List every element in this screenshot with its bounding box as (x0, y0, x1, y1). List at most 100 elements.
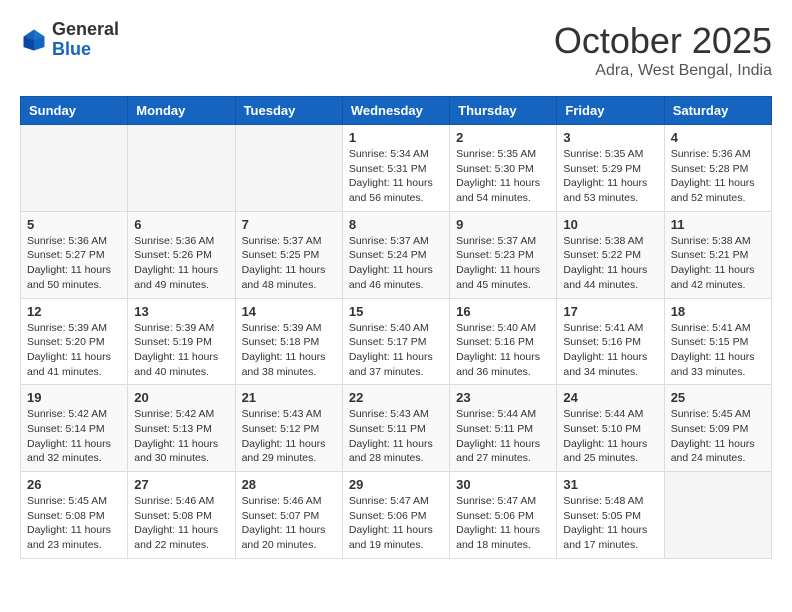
weekday-header-thursday: Thursday (450, 97, 557, 125)
day-number: 29 (349, 477, 443, 492)
logo-general: General (52, 19, 119, 39)
day-info: Sunrise: 5:37 AM Sunset: 5:23 PM Dayligh… (456, 234, 550, 293)
day-cell: 16 Sunrise: 5:40 AM Sunset: 5:16 PM Dayli… (450, 298, 557, 385)
day-info: Sunrise: 5:39 AM Sunset: 5:19 PM Dayligh… (134, 321, 228, 380)
day-info: Sunrise: 5:38 AM Sunset: 5:21 PM Dayligh… (671, 234, 765, 293)
day-info: Sunrise: 5:39 AM Sunset: 5:20 PM Dayligh… (27, 321, 121, 380)
day-number: 25 (671, 390, 765, 405)
day-info: Sunrise: 5:45 AM Sunset: 5:08 PM Dayligh… (27, 494, 121, 553)
day-info: Sunrise: 5:36 AM Sunset: 5:27 PM Dayligh… (27, 234, 121, 293)
day-cell: 10 Sunrise: 5:38 AM Sunset: 5:22 PM Dayli… (557, 211, 664, 298)
day-number: 12 (27, 304, 121, 319)
day-info: Sunrise: 5:34 AM Sunset: 5:31 PM Dayligh… (349, 147, 443, 206)
day-number: 9 (456, 217, 550, 232)
day-info: Sunrise: 5:46 AM Sunset: 5:07 PM Dayligh… (242, 494, 336, 553)
day-cell: 4Sunrise: 5:36 AM Sunset: 5:28 PM Daylig… (664, 125, 771, 212)
day-cell: 28Sunrise: 5:46 AM Sunset: 5:07 PM Dayli… (235, 472, 342, 559)
day-cell: 21Sunrise: 5:43 AM Sunset: 5:12 PM Dayli… (235, 385, 342, 472)
day-cell: 23Sunrise: 5:44 AM Sunset: 5:11 PM Dayli… (450, 385, 557, 472)
day-number: 30 (456, 477, 550, 492)
day-cell: 25 Sunrise: 5:45 AM Sunset: 5:09 PM Dayli… (664, 385, 771, 472)
day-cell: 14Sunrise: 5:39 AM Sunset: 5:18 PM Dayli… (235, 298, 342, 385)
logo: General Blue (20, 20, 119, 60)
day-cell: 20 Sunrise: 5:42 AM Sunset: 5:13 PM Dayli… (128, 385, 235, 472)
day-info: Sunrise: 5:37 AM Sunset: 5:24 PM Dayligh… (349, 234, 443, 293)
day-number: 2 (456, 130, 550, 145)
day-number: 6 (134, 217, 228, 232)
week-row-1: 1 Sunrise: 5:34 AM Sunset: 5:31 PM Daylig… (21, 125, 772, 212)
week-row-5: 26 Sunrise: 5:45 AM Sunset: 5:08 PM Dayli… (21, 472, 772, 559)
day-number: 11 (671, 217, 765, 232)
day-info: Sunrise: 5:43 AM Sunset: 5:11 PM Dayligh… (349, 407, 443, 466)
weekday-header-row: SundayMondayTuesdayWednesdayThursdayFrid… (21, 97, 772, 125)
day-number: 7 (242, 217, 336, 232)
week-row-2: 5Sunrise: 5:36 AM Sunset: 5:27 PM Daylig… (21, 211, 772, 298)
day-info: Sunrise: 5:38 AM Sunset: 5:22 PM Dayligh… (563, 234, 657, 293)
weekday-header-sunday: Sunday (21, 97, 128, 125)
logo-blue: Blue (52, 39, 91, 59)
weekday-header-tuesday: Tuesday (235, 97, 342, 125)
day-cell: 15 Sunrise: 5:40 AM Sunset: 5:17 PM Dayli… (342, 298, 449, 385)
weekday-header-saturday: Saturday (664, 97, 771, 125)
day-cell: 24 Sunrise: 5:44 AM Sunset: 5:10 PM Dayli… (557, 385, 664, 472)
day-info: Sunrise: 5:37 AM Sunset: 5:25 PM Dayligh… (242, 234, 336, 293)
day-cell: 18Sunrise: 5:41 AM Sunset: 5:15 PM Dayli… (664, 298, 771, 385)
calendar-table: SundayMondayTuesdayWednesdayThursdayFrid… (20, 96, 772, 559)
day-cell: 29Sunrise: 5:47 AM Sunset: 5:06 PM Dayli… (342, 472, 449, 559)
day-number: 22 (349, 390, 443, 405)
logo-text: General Blue (52, 20, 119, 60)
day-number: 21 (242, 390, 336, 405)
day-number: 16 (456, 304, 550, 319)
day-cell: 2 Sunrise: 5:35 AM Sunset: 5:30 PM Daylig… (450, 125, 557, 212)
day-info: Sunrise: 5:44 AM Sunset: 5:10 PM Dayligh… (563, 407, 657, 466)
day-cell: 22 Sunrise: 5:43 AM Sunset: 5:11 PM Dayli… (342, 385, 449, 472)
day-number: 20 (134, 390, 228, 405)
day-number: 8 (349, 217, 443, 232)
day-number: 19 (27, 390, 121, 405)
day-info: Sunrise: 5:36 AM Sunset: 5:28 PM Dayligh… (671, 147, 765, 206)
weekday-header-monday: Monday (128, 97, 235, 125)
day-number: 27 (134, 477, 228, 492)
day-info: Sunrise: 5:46 AM Sunset: 5:08 PM Dayligh… (134, 494, 228, 553)
day-number: 15 (349, 304, 443, 319)
weekday-header-friday: Friday (557, 97, 664, 125)
day-info: Sunrise: 5:41 AM Sunset: 5:16 PM Dayligh… (563, 321, 657, 380)
weekday-header-wednesday: Wednesday (342, 97, 449, 125)
day-cell (128, 125, 235, 212)
page-header: General Blue October 2025 Adra, West Ben… (20, 20, 772, 80)
day-cell: 26 Sunrise: 5:45 AM Sunset: 5:08 PM Dayli… (21, 472, 128, 559)
day-number: 1 (349, 130, 443, 145)
day-number: 18 (671, 304, 765, 319)
day-info: Sunrise: 5:40 AM Sunset: 5:16 PM Dayligh… (456, 321, 550, 380)
day-cell: 17 Sunrise: 5:41 AM Sunset: 5:16 PM Dayli… (557, 298, 664, 385)
day-cell: 19 Sunrise: 5:42 AM Sunset: 5:14 PM Dayli… (21, 385, 128, 472)
logo-icon (20, 26, 48, 54)
day-cell: 6 Sunrise: 5:36 AM Sunset: 5:26 PM Daylig… (128, 211, 235, 298)
day-number: 10 (563, 217, 657, 232)
day-cell: 7 Sunrise: 5:37 AM Sunset: 5:25 PM Daylig… (235, 211, 342, 298)
day-info: Sunrise: 5:44 AM Sunset: 5:11 PM Dayligh… (456, 407, 550, 466)
day-info: Sunrise: 5:45 AM Sunset: 5:09 PM Dayligh… (671, 407, 765, 466)
day-number: 13 (134, 304, 228, 319)
day-cell: 31Sunrise: 5:48 AM Sunset: 5:05 PM Dayli… (557, 472, 664, 559)
day-info: Sunrise: 5:40 AM Sunset: 5:17 PM Dayligh… (349, 321, 443, 380)
day-cell: 1 Sunrise: 5:34 AM Sunset: 5:31 PM Daylig… (342, 125, 449, 212)
day-info: Sunrise: 5:35 AM Sunset: 5:30 PM Dayligh… (456, 147, 550, 206)
day-cell: 30 Sunrise: 5:47 AM Sunset: 5:06 PM Dayli… (450, 472, 557, 559)
day-info: Sunrise: 5:36 AM Sunset: 5:26 PM Dayligh… (134, 234, 228, 293)
day-cell (664, 472, 771, 559)
day-number: 31 (563, 477, 657, 492)
day-info: Sunrise: 5:47 AM Sunset: 5:06 PM Dayligh… (456, 494, 550, 553)
day-cell (21, 125, 128, 212)
day-number: 17 (563, 304, 657, 319)
day-number: 26 (27, 477, 121, 492)
day-info: Sunrise: 5:42 AM Sunset: 5:14 PM Dayligh… (27, 407, 121, 466)
day-number: 14 (242, 304, 336, 319)
day-info: Sunrise: 5:42 AM Sunset: 5:13 PM Dayligh… (134, 407, 228, 466)
day-cell: 11 Sunrise: 5:38 AM Sunset: 5:21 PM Dayli… (664, 211, 771, 298)
day-number: 24 (563, 390, 657, 405)
day-cell: 5Sunrise: 5:36 AM Sunset: 5:27 PM Daylig… (21, 211, 128, 298)
day-cell: 13 Sunrise: 5:39 AM Sunset: 5:19 PM Dayli… (128, 298, 235, 385)
day-cell (235, 125, 342, 212)
week-row-3: 12 Sunrise: 5:39 AM Sunset: 5:20 PM Dayli… (21, 298, 772, 385)
